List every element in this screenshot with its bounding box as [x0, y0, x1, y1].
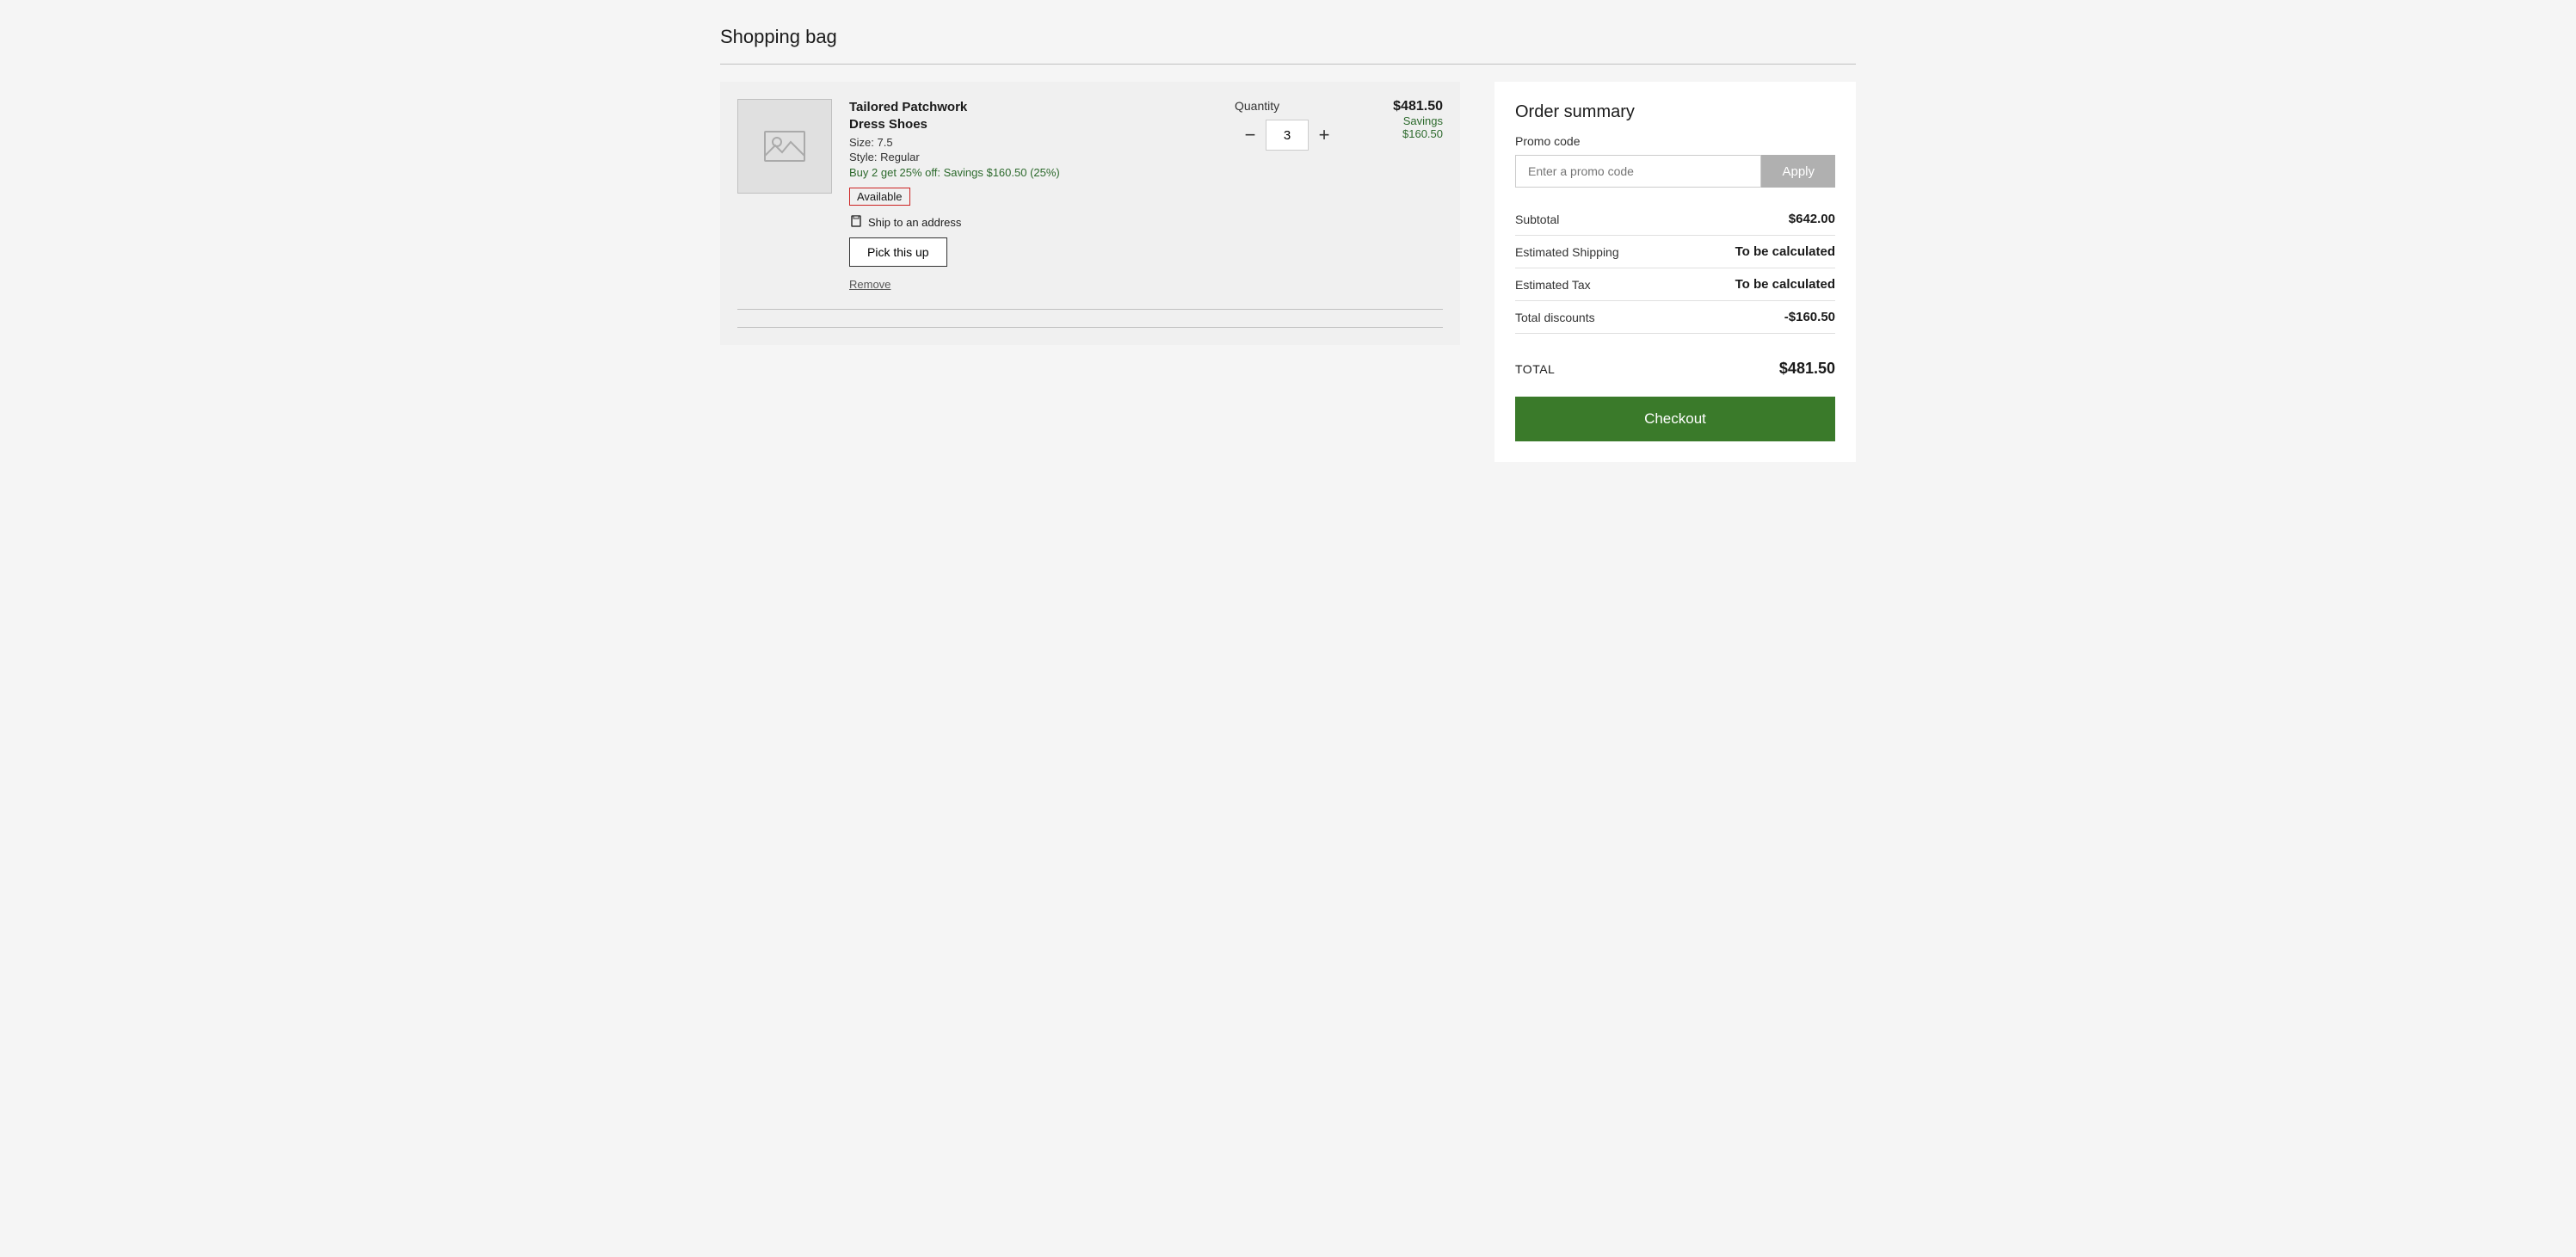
discounts-label: Total discounts — [1515, 311, 1595, 324]
ship-option-label: Ship to an address — [868, 216, 961, 229]
quantity-label: Quantity — [1235, 99, 1279, 113]
product-price: $481.50 — [1393, 99, 1443, 114]
tax-row: Estimated Tax To be calculated — [1515, 268, 1835, 301]
cart-item: Tailored Patchwork Dress Shoes Size: 7.5… — [737, 99, 1443, 310]
shipping-value: To be calculated — [1735, 244, 1835, 259]
total-value: $481.50 — [1779, 360, 1835, 378]
total-row: TOTAL $481.50 — [1515, 349, 1835, 388]
promo-section: Promo code Apply — [1515, 134, 1835, 188]
summary-rows: Subtotal $642.00 Estimated Shipping To b… — [1515, 203, 1835, 334]
discounts-row: Total discounts -$160.50 — [1515, 301, 1835, 334]
order-summary: Order summary Promo code Apply Subtotal … — [1494, 82, 1856, 462]
ship-option: Ship to an address — [849, 214, 1217, 231]
subtotal-row: Subtotal $642.00 — [1515, 203, 1835, 236]
pickup-button[interactable]: Pick this up — [849, 237, 947, 267]
promo-label: Promo code — [1515, 134, 1835, 148]
shipping-row: Estimated Shipping To be calculated — [1515, 236, 1835, 268]
quantity-increase-button[interactable]: + — [1309, 120, 1340, 151]
quantity-input[interactable] — [1266, 120, 1309, 151]
savings-label: Savings — [1403, 114, 1443, 127]
tax-value: To be calculated — [1735, 277, 1835, 292]
product-size: Size: 7.5 — [849, 136, 1217, 149]
quantity-controls: − + — [1235, 120, 1340, 151]
checkout-button[interactable]: Checkout — [1515, 397, 1835, 441]
product-style: Style: Regular — [849, 151, 1217, 163]
bottom-divider — [737, 327, 1443, 328]
top-divider — [720, 64, 1856, 65]
image-placeholder-icon — [763, 125, 806, 168]
page-title: Shopping bag — [720, 26, 1856, 48]
subtotal-label: Subtotal — [1515, 213, 1559, 226]
main-layout: Tailored Patchwork Dress Shoes Size: 7.5… — [720, 82, 1856, 462]
savings-amount: $160.50 — [1402, 127, 1443, 140]
promo-input-row: Apply — [1515, 155, 1835, 188]
product-image — [737, 99, 832, 194]
promo-text: Buy 2 get 25% off: Savings $160.50 (25%) — [849, 165, 1217, 181]
price-section: $481.50 Savings $160.50 — [1357, 99, 1443, 292]
subtotal-value: $642.00 — [1789, 212, 1835, 226]
shipping-label: Estimated Shipping — [1515, 245, 1619, 259]
summary-title: Order summary — [1515, 102, 1835, 122]
discounts-value: -$160.50 — [1784, 310, 1835, 324]
cart-section: Tailored Patchwork Dress Shoes Size: 7.5… — [720, 82, 1460, 345]
remove-button[interactable]: Remove — [849, 278, 891, 291]
product-details: Tailored Patchwork Dress Shoes Size: 7.5… — [849, 99, 1217, 292]
product-name: Tailored Patchwork Dress Shoes — [849, 99, 1217, 132]
total-label: TOTAL — [1515, 362, 1555, 376]
tax-label: Estimated Tax — [1515, 278, 1591, 292]
apply-button[interactable]: Apply — [1761, 155, 1835, 188]
ship-icon — [849, 214, 863, 231]
availability-badge: Available — [849, 188, 910, 206]
quantity-section: Quantity − + — [1235, 99, 1340, 292]
promo-code-input[interactable] — [1515, 155, 1761, 188]
quantity-decrease-button[interactable]: − — [1235, 120, 1266, 151]
